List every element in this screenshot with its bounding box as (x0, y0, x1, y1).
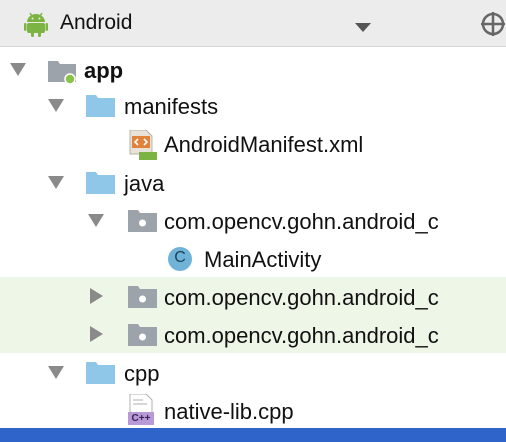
expand-arrow-icon[interactable] (48, 176, 64, 194)
tree-node-label: AndroidManifest.xml (164, 132, 364, 157)
expand-arrow-icon[interactable] (48, 366, 64, 384)
expand-arrow-icon[interactable] (10, 63, 26, 81)
cpp-file-icon: C++ (128, 394, 154, 426)
folder-icon (86, 94, 116, 123)
tree-node-mainactivity[interactable]: C MainActivity (0, 239, 506, 277)
expand-arrow-icon[interactable] (88, 214, 104, 232)
tree-node-label: com.opencv.gohn.android_c (164, 285, 439, 310)
package-icon (128, 285, 158, 314)
tree-node-package-test[interactable]: com.opencv.gohn.android_c (0, 277, 506, 315)
tree-node-label: manifests (124, 94, 219, 119)
package-icon (128, 209, 158, 238)
tree-node-manifests[interactable]: manifests (0, 86, 506, 124)
collapse-arrow-icon[interactable] (90, 326, 103, 347)
project-view-header: Android (0, 0, 506, 47)
tree-node-native-lib[interactable]: C++ native-lib.cpp (0, 391, 506, 429)
tree-node-cpp[interactable]: cpp (0, 353, 506, 391)
folder-icon (86, 361, 116, 390)
project-view-title[interactable]: Android (60, 11, 132, 35)
crosshair-icon[interactable] (481, 12, 505, 41)
selected-tree-row[interactable] (0, 428, 506, 442)
tree-node-app[interactable]: app (0, 50, 506, 88)
module-icon (48, 58, 78, 89)
tree-node-label: MainActivity (204, 247, 322, 272)
caret-down-icon[interactable] (355, 19, 371, 37)
tree-node-package[interactable]: com.opencv.gohn.android_c (0, 201, 506, 239)
cpp-icon-text: C++ (131, 413, 151, 424)
tree-node-label: native-lib.cpp (164, 399, 294, 424)
tree-node-label: app (84, 58, 124, 83)
class-icon: C (167, 246, 193, 277)
class-icon-letter: C (174, 249, 186, 266)
package-icon (128, 323, 158, 352)
manifest-file-icon (128, 129, 158, 165)
tree-node-androidmanifest[interactable]: AndroidManifest.xml (0, 124, 506, 162)
tree-node-label: com.opencv.gohn.android_c (164, 323, 439, 348)
tree-node-label: com.opencv.gohn.android_c (164, 209, 439, 234)
expand-arrow-icon[interactable] (48, 99, 64, 117)
tree-node-package-test[interactable]: com.opencv.gohn.android_c (0, 315, 506, 353)
android-icon (24, 11, 48, 42)
tree-node-java[interactable]: java (0, 163, 506, 201)
collapse-arrow-icon[interactable] (90, 288, 103, 309)
tree-node-label: java (124, 171, 165, 196)
tree-node-label: cpp (124, 361, 160, 386)
folder-icon (86, 171, 116, 200)
